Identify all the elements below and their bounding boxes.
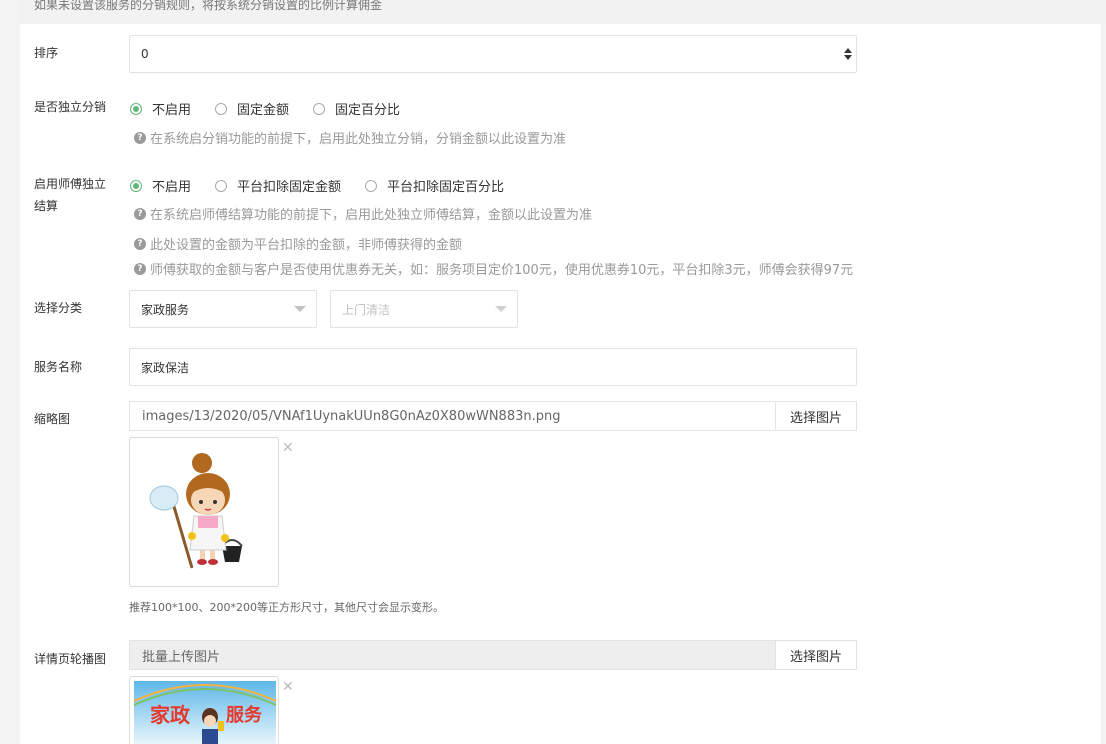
radio-unchecked-icon xyxy=(313,102,326,115)
question-circle-icon: ? xyxy=(134,237,146,250)
master-settlement-label-2: 结算 xyxy=(34,199,59,213)
distribution-tip: ? 在系统启分销功能的前提下，启用此处独立分销，分销金额以此设置为准 xyxy=(134,128,566,147)
thumbnail-hint: 推荐100*100、200*200等正方形尺寸，其他尺寸会显示变形。 xyxy=(129,601,444,614)
caret-down-icon xyxy=(294,306,306,312)
radio-settlement-fixed-amount[interactable]: 平台扣除固定金额 xyxy=(215,176,341,195)
category-primary-select[interactable]: 家政服务 xyxy=(129,290,317,328)
category-secondary-select[interactable]: 上门清洁 xyxy=(330,290,518,328)
question-circle-icon: ? xyxy=(134,262,146,275)
close-icon[interactable]: ✕ xyxy=(282,680,294,694)
sort-value: 0 xyxy=(141,47,149,61)
service-name-input[interactable]: 家政保洁 xyxy=(129,348,857,386)
sort-label: 排序 xyxy=(34,46,59,60)
settlement-tip-1: ? 在系统启师傅结算功能的前提下，启用此处独立师傅结算，金额以此设置为准 xyxy=(134,204,592,223)
thumbnail-path-input[interactable]: images/13/2020/05/VNAf1UynakUUn8G0nAz0X8… xyxy=(129,401,776,431)
close-icon[interactable]: ✕ xyxy=(282,441,294,455)
independent-distribution-label: 是否独立分销 xyxy=(34,100,107,114)
radio-unchecked-icon xyxy=(215,179,228,192)
top-banner-text: 如果未设置该服务的分销规则，将按系统分销设置的比例计算佣金 xyxy=(34,0,383,12)
settlement-tip-2: ? 此处设置的金额为平台扣除的金额，非师傅获得的金额 xyxy=(134,234,462,253)
carousel-select-button[interactable]: 选择图片 xyxy=(775,640,857,670)
radio-settlement-disabled[interactable]: 不启用 xyxy=(130,176,191,195)
top-banner: 如果未设置该服务的分销规则，将按系统分销设置的比例计算佣金 xyxy=(20,0,1106,24)
master-settlement-label-1: 启用师傅独立 xyxy=(34,177,107,191)
radio-checked-icon xyxy=(130,102,142,115)
radio-settlement-fixed-percent[interactable]: 平台扣除固定百分比 xyxy=(365,176,504,195)
radio-distribution-fixed-percent[interactable]: 固定百分比 xyxy=(313,99,400,118)
service-name-label: 服务名称 xyxy=(34,360,83,374)
master-settlement-options: 不启用 平台扣除固定金额 平台扣除固定百分比 xyxy=(130,176,528,195)
left-rail xyxy=(0,0,20,744)
radio-unchecked-icon xyxy=(365,179,378,192)
radio-unchecked-icon xyxy=(215,102,228,115)
question-circle-icon: ? xyxy=(134,207,146,220)
carousel-preview: 家政 服务 xyxy=(129,676,279,744)
number-stepper[interactable] xyxy=(844,48,852,60)
independent-distribution-options: 不启用 固定金额 固定百分比 xyxy=(130,99,424,118)
right-rail xyxy=(1101,24,1106,744)
thumbnail-preview xyxy=(129,437,279,587)
settlement-tip-3: ? 师傅获取的金额与客户是否使用优惠券无关，如：服务项目定价100元，使用优惠券… xyxy=(134,259,853,278)
category-label: 选择分类 xyxy=(34,301,83,315)
radio-checked-icon xyxy=(130,179,142,192)
thumbnail-select-button[interactable]: 选择图片 xyxy=(775,401,857,431)
carousel-path-input[interactable]: 批量上传图片 xyxy=(129,640,776,670)
question-circle-icon: ? xyxy=(134,131,146,144)
stepper-down-icon[interactable] xyxy=(844,55,852,60)
radio-distribution-disabled[interactable]: 不启用 xyxy=(130,99,191,118)
sort-input[interactable]: 0 xyxy=(129,35,857,73)
carousel-label: 详情页轮播图 xyxy=(34,652,107,666)
carousel-banner-text-left: 家政 xyxy=(150,703,190,727)
radio-distribution-fixed-amount[interactable]: 固定金额 xyxy=(215,99,289,118)
caret-down-icon xyxy=(495,306,507,312)
carousel-banner-text-right: 服务 xyxy=(226,705,262,726)
cleaner-illustration xyxy=(149,453,243,569)
stepper-up-icon[interactable] xyxy=(844,48,852,53)
thumbnail-label: 缩略图 xyxy=(34,412,71,426)
